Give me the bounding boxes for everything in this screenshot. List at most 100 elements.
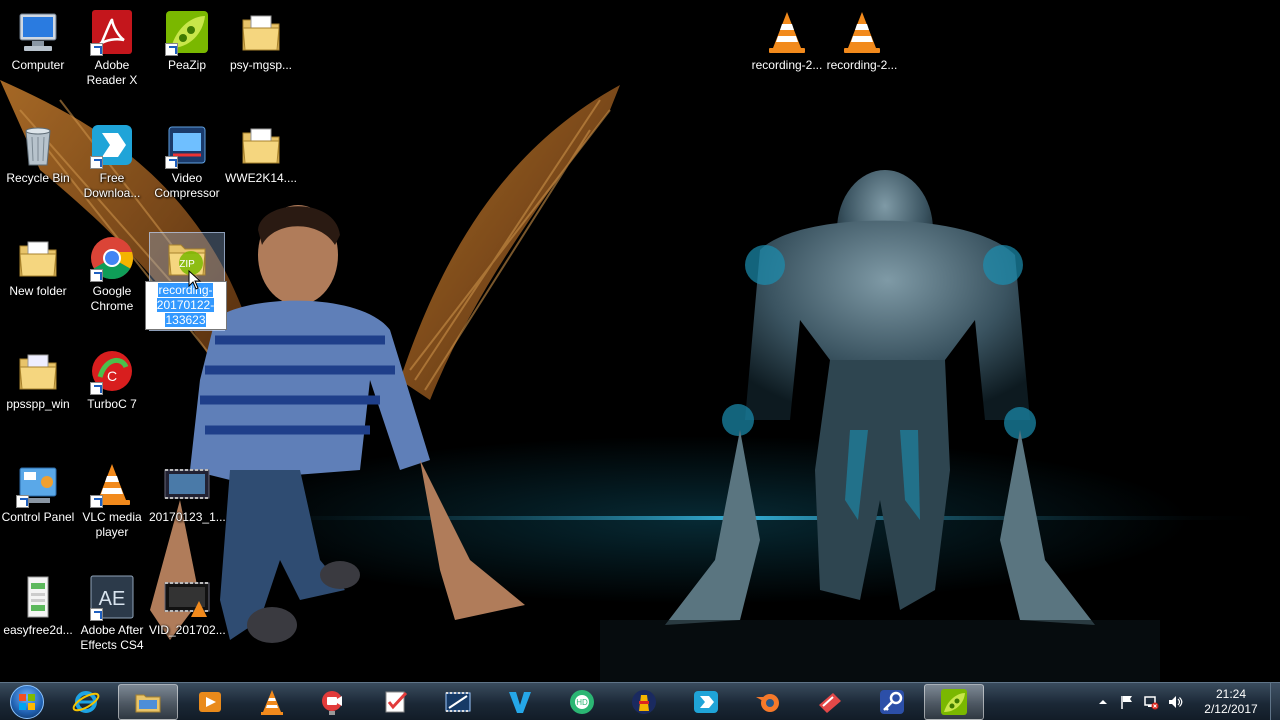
show-desktop-button[interactable] — [1270, 683, 1280, 720]
taskbar-file-explorer[interactable] — [118, 683, 178, 720]
desktop-icon-computer[interactable]: Computer — [0, 8, 76, 73]
folder-icon — [237, 8, 285, 56]
video-compressor-icon — [163, 121, 211, 169]
speaker-icon — [1169, 696, 1183, 708]
windows-orb-icon — [10, 684, 44, 719]
shortcut-arrow-icon — [90, 495, 103, 508]
taskbar-pdf-app[interactable] — [800, 684, 860, 720]
chrome-icon — [88, 234, 136, 282]
svg-text:ZIP: ZIP — [179, 259, 195, 270]
desktop-icon-label: Adobe After Effects CS4 — [80, 623, 144, 652]
taskbar-camera-hd[interactable]: HD — [552, 684, 612, 720]
desktop-icon-free-downloader[interactable]: Free Downloa... — [74, 121, 150, 201]
free-downloader-icon — [694, 690, 718, 713]
desktop-icon-ppsspp-win[interactable]: ppsspp_win — [0, 347, 76, 412]
desktop-icon-recording-2[interactable]: recording-2... — [824, 8, 900, 73]
checklist-app-icon — [385, 691, 408, 712]
desktop-icon-wwe2k14[interactable]: WWE2K14.... — [223, 121, 299, 186]
desktop-icon-turboc7[interactable]: C TurboC 7 — [74, 347, 150, 412]
video-file-icon — [163, 573, 211, 621]
taskbar-vegas[interactable] — [490, 684, 550, 720]
desktop-icon-label: Computer — [11, 58, 65, 72]
after-effects-icon: AE — [88, 573, 136, 621]
adobe-reader-icon — [88, 8, 136, 56]
flag-icon — [1121, 696, 1132, 709]
desktop-icon-recording-1[interactable]: recording-2... — [749, 8, 825, 73]
desktop-icon-label: TurboC 7 — [87, 397, 137, 411]
desktop-icon-new-folder[interactable]: New folder — [0, 234, 76, 299]
taskbar-key-app[interactable] — [862, 684, 922, 720]
video-editor-icon — [445, 691, 471, 712]
network-button[interactable] — [1140, 691, 1162, 713]
system-tray: 21:24 2/12/2017 — [1090, 683, 1266, 720]
rename-input[interactable]: recording-20170122-133623 — [144, 281, 227, 330]
desktop-icon-control-panel[interactable]: Control Panel — [0, 460, 76, 525]
show-hidden-icons-button[interactable] — [1092, 691, 1114, 713]
desktop-icon-label: Adobe Reader X — [86, 58, 138, 87]
clock-time: 21:24 — [1215, 687, 1247, 701]
desktop-icon-label: Control Panel — [1, 510, 75, 524]
key-app-icon — [880, 689, 904, 714]
vlc-icon — [838, 8, 886, 56]
desktop-icon-easyfree[interactable]: easyfree2d... — [0, 573, 76, 638]
video-file-icon — [163, 460, 211, 508]
pdf-app-icon — [819, 692, 841, 713]
desktop-icon-after-effects[interactable]: AE Adobe After Effects CS4 — [74, 573, 150, 653]
desktop-icon-label: Recycle Bin — [6, 171, 70, 185]
clock-date: 2/12/2017 — [1204, 702, 1258, 716]
desktop-icon-label: WWE2K14.... — [224, 171, 298, 185]
screen-recorder-icon — [322, 690, 342, 715]
taskbar-internet-explorer[interactable] — [56, 684, 116, 720]
peazip-icon — [163, 8, 211, 56]
desktop-icon-recycle-bin[interactable]: Recycle Bin — [0, 121, 76, 186]
zip-archive-icon: ZIP — [163, 233, 211, 281]
desktop-icon-vid-201702[interactable]: VID_201702... — [149, 573, 226, 638]
shortcut-arrow-icon — [16, 495, 29, 508]
svg-text:AE: AE — [99, 588, 126, 610]
lighthouse-app-icon — [632, 689, 656, 714]
robot-figure — [665, 170, 1095, 625]
shortcut-arrow-icon — [90, 382, 103, 395]
taskbar-blender[interactable] — [738, 684, 798, 720]
wing-right — [400, 85, 620, 400]
mouse-cursor-icon — [188, 270, 202, 290]
desktop-icon-video-20170123[interactable]: 20170123_1... — [149, 460, 226, 525]
desktop-icon-label: New folder — [9, 284, 67, 298]
desktop-icon-label: easyfree2d... — [3, 623, 73, 637]
taskbar-video-editor[interactable] — [428, 684, 488, 720]
taskbar-checklist[interactable] — [366, 684, 426, 720]
computer-icon — [14, 8, 62, 56]
desktop-icon-recording-zip[interactable]: ZIP recording-20170122-133623 — [144, 232, 227, 331]
desktop-icon-label: ppsspp_win — [6, 397, 70, 411]
start-button[interactable] — [0, 683, 54, 720]
desktop-icon-label: Video Compressor — [154, 171, 220, 200]
desktop-icon-video-compressor[interactable]: Video Compressor — [149, 121, 225, 201]
recycle-bin-icon — [14, 121, 62, 169]
desktop-icon-adobe-reader[interactable]: Adobe Reader X — [74, 8, 150, 88]
action-center-button[interactable] — [1116, 691, 1138, 713]
document-icon — [14, 573, 62, 621]
peazip-icon — [941, 688, 967, 715]
taskbar-screen-recorder[interactable] — [304, 684, 364, 720]
taskbar-media-player[interactable] — [180, 684, 240, 720]
desktop-icon-google-chrome[interactable]: Google Chrome — [74, 234, 150, 314]
svg-text:HD: HD — [576, 698, 588, 707]
desktop-icon-label: VID_201702... — [149, 623, 226, 637]
desktop-icon-label: psy-mgsp... — [229, 58, 292, 72]
desktop-icon-peazip[interactable]: PeaZip — [149, 8, 225, 73]
taskbar-vlc[interactable] — [242, 684, 302, 720]
taskbar-lighthouse-app[interactable] — [614, 684, 674, 720]
desktop-icon-label: 20170123_1... — [149, 510, 226, 524]
taskbar-peazip[interactable] — [924, 683, 984, 720]
volume-button[interactable] — [1164, 691, 1186, 713]
desktop-icon-label: Google Chrome — [90, 284, 134, 313]
clock[interactable]: 21:24 2/12/2017 — [1196, 687, 1266, 717]
chevron-up-icon — [1099, 700, 1107, 704]
taskbar-free-downloader[interactable] — [676, 684, 736, 720]
desktop-icon-psy-mgsp[interactable]: psy-mgsp... — [223, 8, 299, 73]
folder-icon — [14, 234, 62, 282]
vlc-icon — [261, 689, 283, 715]
desktop-icon-vlc[interactable]: VLC media player — [74, 460, 150, 540]
svg-text:C: C — [107, 368, 117, 384]
folder-icon — [14, 347, 62, 395]
